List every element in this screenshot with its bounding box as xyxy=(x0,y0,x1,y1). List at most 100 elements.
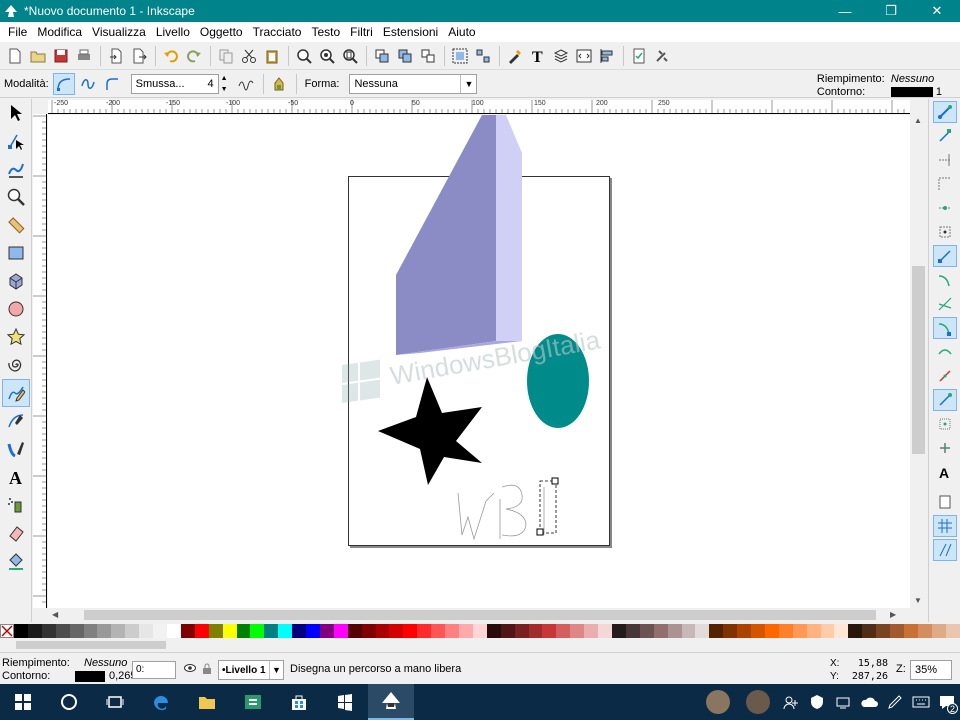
ungroup-icon[interactable] xyxy=(472,45,494,67)
pen-tool-icon[interactable] xyxy=(2,407,30,435)
zoom-drawing-icon[interactable] xyxy=(316,45,338,67)
ellipse-tool-icon[interactable] xyxy=(2,295,30,323)
duplicate-icon[interactable] xyxy=(371,45,393,67)
menu-estensioni[interactable]: Estensioni xyxy=(378,25,443,39)
palette-swatch[interactable] xyxy=(97,624,112,638)
palette-swatch[interactable] xyxy=(250,624,265,638)
palette-swatch[interactable] xyxy=(180,624,195,638)
eye-icon[interactable] xyxy=(184,663,196,673)
palette-swatch[interactable] xyxy=(347,624,362,638)
bspline-path-mode-button[interactable] xyxy=(101,73,123,95)
task-view-icon[interactable] xyxy=(92,684,138,720)
snap-bbox-icon[interactable] xyxy=(933,125,957,147)
chevron-down-icon[interactable]: ▼ xyxy=(269,661,283,679)
3d-box-tool-icon[interactable] xyxy=(2,267,30,295)
fill-stroke-icon[interactable] xyxy=(504,45,526,67)
palette-swatch[interactable] xyxy=(542,624,557,638)
palette-swatch[interactable] xyxy=(486,624,501,638)
document-properties-icon[interactable] xyxy=(628,45,650,67)
palette-swatch[interactable] xyxy=(278,624,293,638)
palette-scroll-thumb[interactable] xyxy=(16,641,166,649)
snap-bbox-center-icon[interactable] xyxy=(933,221,957,243)
snap-enable-icon[interactable] xyxy=(933,101,957,123)
palette-swatch[interactable] xyxy=(333,624,348,638)
redo-icon[interactable] xyxy=(183,45,205,67)
inkscape-taskbar-icon[interactable] xyxy=(368,684,414,720)
sway-app-icon[interactable] xyxy=(230,684,276,720)
palette-swatch[interactable] xyxy=(598,624,612,638)
menu-visualizza[interactable]: Visualizza xyxy=(87,25,151,39)
palette-swatch[interactable] xyxy=(111,624,126,638)
palette-swatch[interactable] xyxy=(292,624,307,638)
palette-swatch[interactable] xyxy=(194,624,209,638)
store-icon[interactable] xyxy=(276,684,322,720)
snap-object-center-icon[interactable] xyxy=(933,413,957,435)
palette-swatch[interactable] xyxy=(764,624,779,638)
spray-tool-icon[interactable] xyxy=(2,491,30,519)
snap-guide-icon[interactable] xyxy=(933,539,957,561)
vertical-scroll-thumb[interactable] xyxy=(912,266,925,454)
star-tool-icon[interactable] xyxy=(2,323,30,351)
palette-swatch[interactable] xyxy=(848,624,863,638)
pencil-tool-icon[interactable] xyxy=(2,379,30,407)
palette-swatch[interactable] xyxy=(500,624,515,638)
calligraphy-tool-icon[interactable] xyxy=(2,435,30,463)
status-stroke-swatch[interactable] xyxy=(75,671,105,682)
palette-swatch[interactable] xyxy=(931,624,946,638)
black-star[interactable] xyxy=(378,377,482,485)
palette-swatch[interactable] xyxy=(41,624,56,638)
menu-oggetto[interactable]: Oggetto xyxy=(195,25,248,39)
palette-swatch[interactable] xyxy=(459,624,473,638)
palette-swatch[interactable] xyxy=(514,624,529,638)
edge-browser-icon[interactable] xyxy=(138,684,184,720)
windows-start-icon[interactable] xyxy=(0,684,46,720)
regular-path-mode-button[interactable] xyxy=(52,72,75,95)
palette-swatch[interactable] xyxy=(472,624,487,638)
use-last-style-icon[interactable] xyxy=(268,73,290,95)
snap-nodes-icon[interactable] xyxy=(933,245,957,267)
chevron-down-icon[interactable]: ▼ xyxy=(914,596,922,605)
drawing-canvas[interactable]: WindowsBlogItalia xyxy=(48,115,910,608)
zoom-field[interactable]: 35% xyxy=(910,660,952,680)
palette-swatch[interactable] xyxy=(389,624,404,638)
snap-grid-icon[interactable] xyxy=(933,515,957,537)
palette-swatch[interactable] xyxy=(306,624,320,638)
palette-swatch[interactable] xyxy=(319,624,334,638)
opacity-field[interactable]: 0: xyxy=(132,661,176,679)
palette-swatch[interactable] xyxy=(222,624,237,638)
palette-swatch[interactable] xyxy=(709,624,724,638)
palette-swatch[interactable] xyxy=(556,624,571,638)
horizontal-ruler[interactable]: -250 -200 -150 -100 -50 0 50 100 150 200… xyxy=(48,100,910,114)
import-icon[interactable] xyxy=(105,45,127,67)
group-icon[interactable] xyxy=(449,45,471,67)
undo-icon[interactable] xyxy=(160,45,182,67)
palette-scrollbar[interactable] xyxy=(0,638,960,652)
parallelogram-side[interactable] xyxy=(496,115,522,341)
palette-swatch[interactable] xyxy=(570,624,585,638)
palette-swatch[interactable] xyxy=(890,624,904,638)
keyboard-icon[interactable] xyxy=(908,684,934,720)
maximize-button[interactable]: ❐ xyxy=(868,0,914,22)
print-icon[interactable] xyxy=(73,45,95,67)
palette-swatch[interactable] xyxy=(166,624,181,638)
snap-rotation-center-icon[interactable] xyxy=(933,437,957,459)
palette-swatch[interactable] xyxy=(27,624,42,638)
palette-swatch[interactable] xyxy=(820,624,835,638)
node-tool-icon[interactable] xyxy=(2,127,30,155)
security-shield-icon[interactable] xyxy=(804,684,830,720)
palette-swatch[interactable] xyxy=(153,624,167,638)
menu-filtri[interactable]: Filtri xyxy=(345,25,378,39)
paint-bucket-tool-icon[interactable] xyxy=(2,547,30,575)
palette-swatch[interactable] xyxy=(917,624,932,638)
cortana-search-icon[interactable] xyxy=(46,684,92,720)
zoom-page-icon[interactable] xyxy=(339,45,361,67)
cut-icon[interactable] xyxy=(238,45,260,67)
palette-swatch[interactable] xyxy=(667,624,682,638)
open-folder-icon[interactable] xyxy=(27,45,49,67)
stroke-color-swatch[interactable] xyxy=(890,86,933,97)
palette-swatch[interactable] xyxy=(806,624,821,638)
palette-swatch[interactable] xyxy=(639,624,654,638)
user-avatar[interactable] xyxy=(706,690,730,714)
snap-bbox-midpoint-icon[interactable] xyxy=(933,197,957,219)
spiral-tool-icon[interactable] xyxy=(2,351,30,379)
